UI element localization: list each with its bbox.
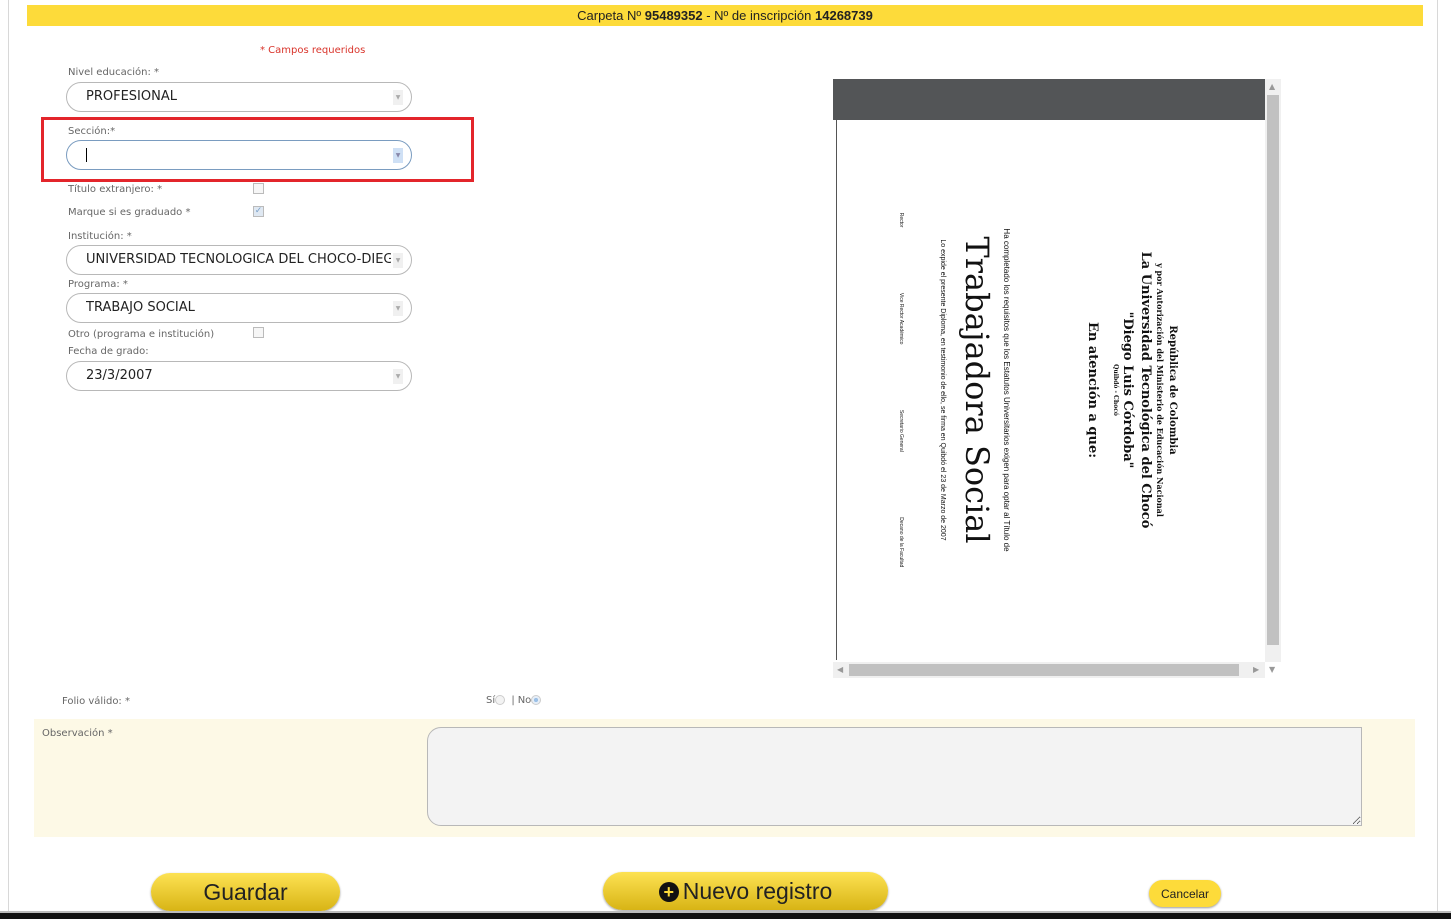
fecha-label: Fecha de grado:: [68, 346, 149, 357]
institucion-label: Institución: *: [68, 231, 132, 242]
doc-title: Trabajadora Social: [958, 236, 996, 544]
chevron-down-icon[interactable]: ▼: [393, 90, 403, 105]
text-cursor: [86, 147, 87, 162]
horizontal-scrollbar[interactable]: ◀ ▶: [833, 662, 1265, 678]
programa-value: TRABAJO SOCIAL: [86, 300, 195, 315]
doc-line: Quibdó - Chocó: [1112, 364, 1119, 416]
fecha-select[interactable]: 23/3/2007 ▼: [66, 361, 412, 391]
arrow-left-icon[interactable]: ◀: [837, 665, 843, 674]
doc-line: "Diego Luis Córdoba": [1120, 311, 1135, 469]
document-viewer[interactable]: República de Colombia y por Autorización…: [833, 79, 1281, 693]
separator: |: [511, 695, 515, 706]
signer-label: Decano de la Facultad: [898, 517, 904, 568]
signer-label: Vice Rector Académico: [898, 292, 904, 345]
chevron-down-icon[interactable]: ▼: [393, 301, 403, 316]
graduado-label: Marque si es graduado *: [68, 207, 191, 218]
vertical-scrollbar[interactable]: ▲ ▼: [1265, 79, 1281, 674]
si-radio[interactable]: [495, 695, 506, 705]
observacion-textarea[interactable]: [427, 727, 1362, 826]
folio-label: Folio válido: *: [62, 696, 130, 707]
diploma-image: República de Colombia y por Autorización…: [836, 120, 1265, 660]
institucion-value: UNIVERSIDAD TECNOLOGICA DEL CHOCO-DIEGO …: [86, 252, 391, 267]
diploma-content: República de Colombia y por Autorización…: [837, 120, 1265, 660]
carpeta-number: 95489352: [644, 8, 703, 23]
no-label: No: [517, 695, 532, 706]
chevron-down-icon[interactable]: ▼: [393, 253, 403, 268]
doc-line: La Universidad Tecnológica del Chocó: [1138, 251, 1153, 529]
signer-label: Rector: [898, 212, 904, 228]
nivel-value: PROFESIONAL: [86, 89, 177, 104]
scroll-thumb[interactable]: [849, 664, 1239, 676]
doc-line: y por Autorización del Ministerio de Edu…: [1155, 263, 1165, 517]
inscripcion-number: 14268739: [815, 8, 873, 23]
cancel-button[interactable]: Cancelar: [1149, 880, 1221, 907]
doc-line: En atención a que:: [1085, 321, 1100, 459]
chevron-down-icon[interactable]: ▼: [393, 148, 403, 163]
arrow-down-icon[interactable]: ▼: [1269, 665, 1275, 674]
chevron-down-icon[interactable]: ▼: [393, 369, 403, 384]
fecha-value: 23/3/2007: [86, 368, 153, 383]
inscripcion-label: Nº de inscripción: [714, 8, 812, 23]
new-record-button[interactable]: + Nuevo registro: [603, 872, 888, 910]
nivel-label: Nivel educación: *: [68, 67, 160, 78]
page-border-right: [1437, 0, 1438, 913]
otro-checkbox[interactable]: [253, 327, 264, 338]
programa-select[interactable]: TRABAJO SOCIAL ▼: [66, 293, 412, 323]
otro-label: Otro (programa e institución): [68, 329, 215, 340]
page-border-left: [8, 0, 9, 913]
new-record-label: Nuevo registro: [682, 877, 833, 904]
si-label: Sí: [486, 695, 496, 706]
programa-label: Programa: *: [68, 279, 128, 290]
titulo-extranjero-label: Título extranjero: *: [68, 184, 163, 195]
graduado-checkbox[interactable]: ✓: [253, 206, 264, 217]
carpeta-label: Carpeta Nº: [577, 8, 642, 23]
taskbar-edge: [0, 911, 1451, 919]
required-note: * Campos requeridos: [260, 45, 366, 56]
save-button[interactable]: Guardar: [151, 873, 340, 911]
no-radio[interactable]: [531, 695, 542, 705]
seccion-select[interactable]: ▼: [66, 140, 412, 170]
doc-line: Lo expide el presente Diploma, en testim…: [939, 239, 946, 541]
separator: -: [702, 8, 715, 23]
arrow-up-icon[interactable]: ▲: [1269, 82, 1275, 91]
doc-line: República de Colombia: [1167, 325, 1178, 455]
signer-label: Secretario General: [898, 409, 904, 452]
seccion-label: Sección:*: [68, 126, 116, 137]
plus-circle-icon: +: [658, 882, 679, 903]
folio-radio-group: Sí | No: [486, 695, 542, 706]
viewer-toolbar: [833, 79, 1265, 120]
titulo-extranjero-checkbox[interactable]: [253, 183, 264, 194]
nivel-select[interactable]: PROFESIONAL ▼: [66, 82, 412, 112]
doc-line: Ha completado los requisitos que los Est…: [1002, 228, 1011, 552]
arrow-right-icon[interactable]: ▶: [1253, 665, 1259, 674]
observacion-label: Observación *: [42, 728, 113, 739]
institucion-select[interactable]: UNIVERSIDAD TECNOLOGICA DEL CHOCO-DIEGO …: [66, 245, 412, 275]
observacion-panel: Observación *: [34, 719, 1415, 837]
scroll-thumb[interactable]: [1267, 95, 1279, 645]
record-header: Carpeta Nº 95489352 - Nº de inscripción …: [27, 5, 1423, 26]
